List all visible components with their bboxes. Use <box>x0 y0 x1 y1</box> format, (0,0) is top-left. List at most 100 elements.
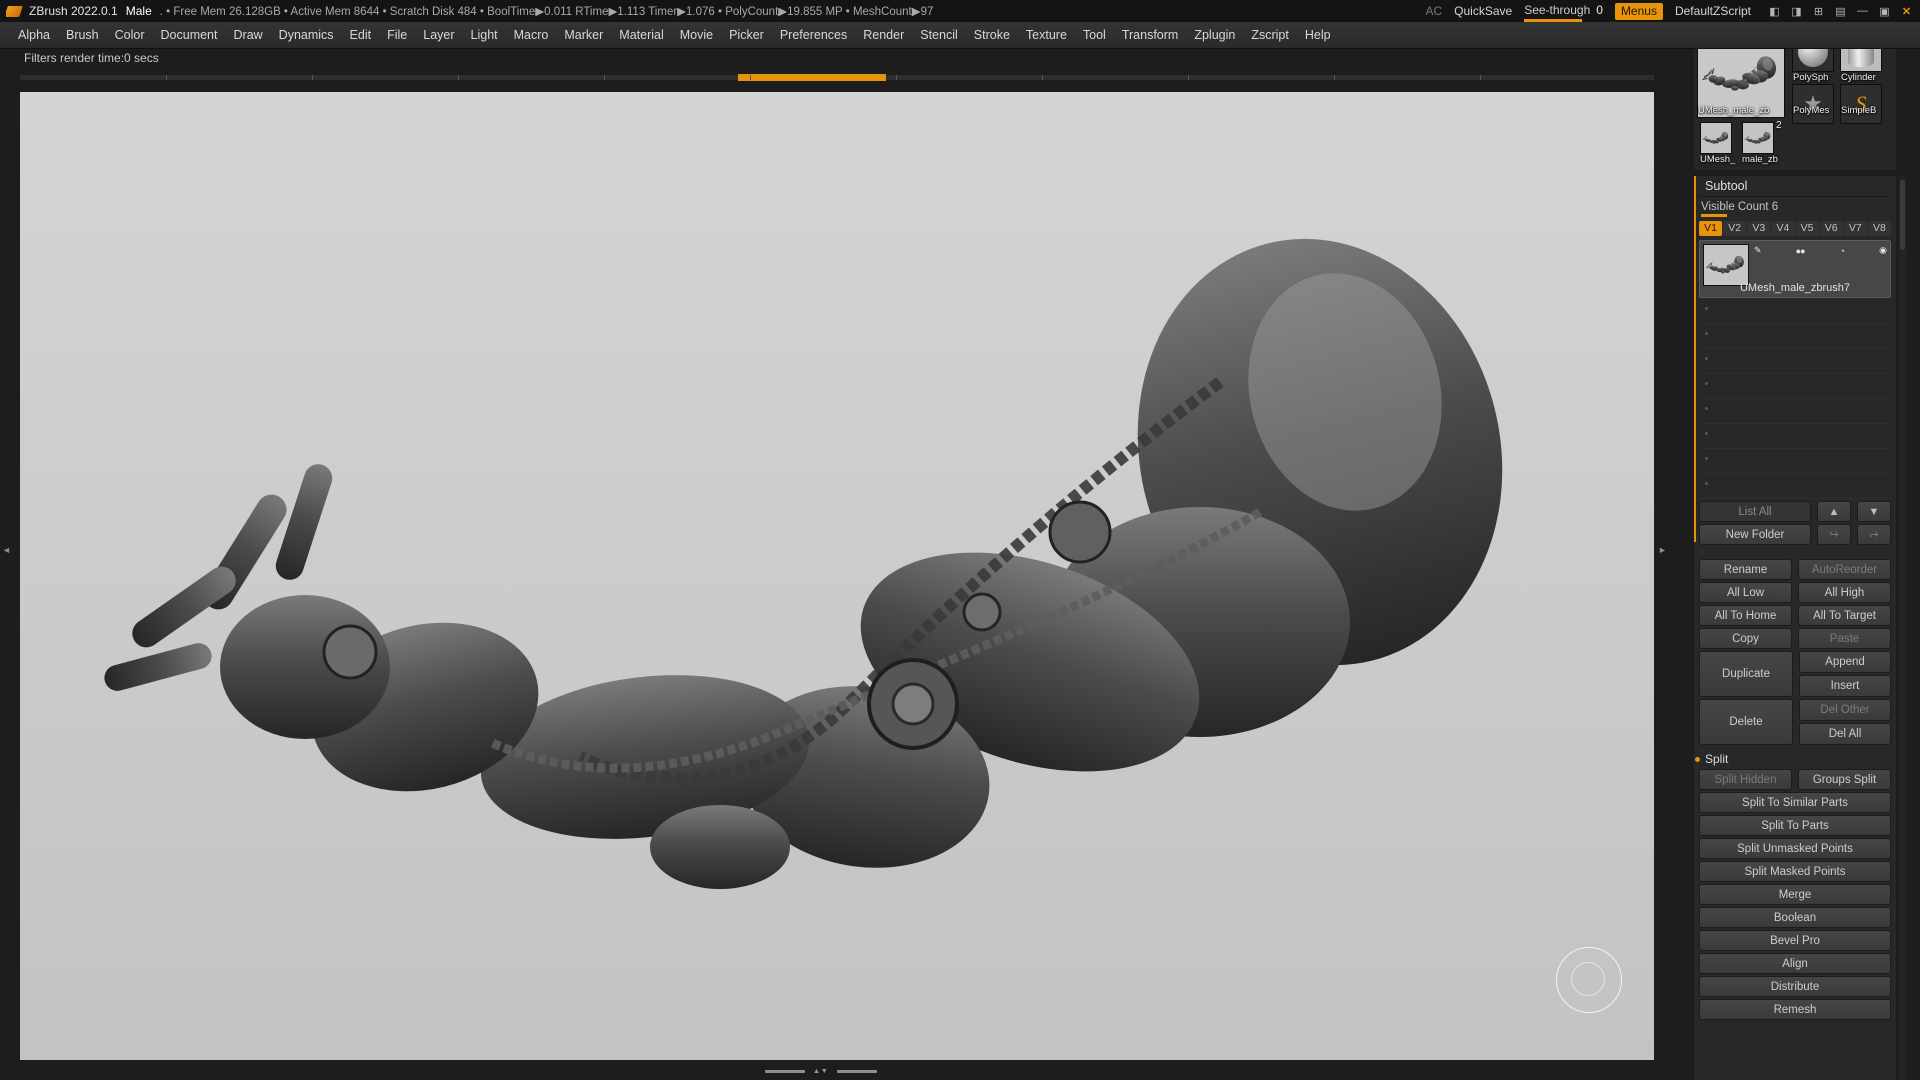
menu-zplugin[interactable]: Zplugin <box>1186 28 1243 42</box>
menu-stroke[interactable]: Stroke <box>966 28 1018 42</box>
menu-file[interactable]: File <box>379 28 415 42</box>
paste-button[interactable]: Paste <box>1798 628 1891 649</box>
menu-stencil[interactable]: Stencil <box>912 28 966 42</box>
see-through-slider[interactable]: See-through 0 <box>1524 3 1603 22</box>
split-masked-points-button[interactable]: Split Masked Points <box>1699 861 1891 882</box>
edit-pencil-icon[interactable]: ✎ <box>1754 245 1761 256</box>
menu-draw[interactable]: Draw <box>226 28 271 42</box>
visibility-tab-v4[interactable]: V4 <box>1771 221 1795 236</box>
move-to-folder-down-button[interactable]: ↪ <box>1857 524 1891 545</box>
all-high-button[interactable]: All High <box>1798 582 1891 603</box>
visibility-tab-v3[interactable]: V3 <box>1747 221 1771 236</box>
split-unmasked-points-button[interactable]: Split Unmasked Points <box>1699 838 1891 859</box>
menu-preferences[interactable]: Preferences <box>772 28 855 42</box>
delete-button[interactable]: Delete <box>1699 699 1793 745</box>
split-hidden-button[interactable]: Split Hidden <box>1699 769 1792 790</box>
canvas-bottom-scrollbar[interactable]: ▲▼ <box>765 1066 895 1076</box>
left-tray-collapse-icon[interactable]: ◄ <box>2 545 11 555</box>
menu-edit[interactable]: Edit <box>342 28 380 42</box>
menu-texture[interactable]: Texture <box>1018 28 1075 42</box>
groups-split-button[interactable]: Groups Split <box>1798 769 1891 790</box>
scroll-bar-right[interactable] <box>836 1069 877 1073</box>
distribute-button[interactable]: Distribute <box>1699 976 1891 997</box>
tray-right-icon[interactable]: ◨ <box>1789 5 1804 18</box>
menu-material[interactable]: Material <box>611 28 671 42</box>
split-to-similar-parts-button[interactable]: Split To Similar Parts <box>1699 792 1891 813</box>
simple-brush-tool[interactable]: S <box>1840 84 1882 124</box>
visibility-eye-icon[interactable]: ◉ <box>1879 245 1887 256</box>
visibility-tab-v1[interactable]: V1 <box>1699 221 1723 236</box>
scroll-bar-left[interactable] <box>765 1069 805 1073</box>
polymesh-star-tool[interactable]: ★ <box>1792 84 1834 124</box>
menu-color[interactable]: Color <box>107 28 153 42</box>
menu-layer[interactable]: Layer <box>415 28 462 42</box>
menu-dynamics[interactable]: Dynamics <box>271 28 342 42</box>
copy-button[interactable]: Copy <box>1699 628 1792 649</box>
menu-alpha[interactable]: Alpha <box>10 28 58 42</box>
boolean-button[interactable]: Boolean <box>1699 907 1891 928</box>
menu-marker[interactable]: Marker <box>556 28 611 42</box>
add-document-icon[interactable]: ⊞ <box>1811 5 1826 18</box>
menu-render[interactable]: Render <box>855 28 912 42</box>
move-subtool-down-button[interactable]: ▼ <box>1857 501 1891 522</box>
all-to-home-button[interactable]: All To Home <box>1699 605 1792 626</box>
panel-scrollbar-thumb[interactable] <box>1900 180 1905 250</box>
restore-icon[interactable]: ▣ <box>1877 5 1892 18</box>
tray-left-icon[interactable]: ◧ <box>1767 5 1782 18</box>
insert-button[interactable]: Insert <box>1799 675 1891 697</box>
folder-arrow-up-icon: ↪ <box>1829 529 1839 541</box>
menu-light[interactable]: Light <box>463 28 506 42</box>
visibility-tab-v6[interactable]: V6 <box>1819 221 1843 236</box>
bevel-pro-button[interactable]: Bevel Pro <box>1699 930 1891 951</box>
menu-tool[interactable]: Tool <box>1075 28 1114 42</box>
new-folder-button[interactable]: New Folder <box>1699 524 1811 545</box>
right-tray-collapse-icon[interactable]: ► <box>1658 545 1667 555</box>
subtool-thumbnail[interactable] <box>1703 244 1749 286</box>
menu-macro[interactable]: Macro <box>506 28 557 42</box>
timeline-track[interactable] <box>20 74 1654 81</box>
polypaint-dots-icon[interactable]: ●● <box>1796 246 1806 256</box>
split-section-header[interactable]: Split <box>1695 749 1891 769</box>
del-all-button[interactable]: Del All <box>1799 723 1891 745</box>
menu-picker[interactable]: Picker <box>721 28 772 42</box>
move-subtool-up-button[interactable]: ▲ <box>1817 501 1851 522</box>
autoreorder-button[interactable]: AutoReorder <box>1798 559 1891 580</box>
recent-tool-thumbnail-1[interactable] <box>1700 122 1732 154</box>
subtool-list-item-selected[interactable]: ✎ ●● ◔ ◉ UMesh_male_zbrush7 <box>1699 240 1891 298</box>
remesh-button[interactable]: Remesh <box>1699 999 1891 1020</box>
panel-scrollbar[interactable] <box>1899 176 1906 1080</box>
align-button[interactable]: Align <box>1699 953 1891 974</box>
rename-button[interactable]: Rename <box>1699 559 1792 580</box>
menu-movie[interactable]: Movie <box>672 28 721 42</box>
visibility-tab-v8[interactable]: V8 <box>1867 221 1891 236</box>
visibility-tab-v5[interactable]: V5 <box>1795 221 1819 236</box>
minimize-icon[interactable]: — <box>1855 5 1870 17</box>
menu-transform[interactable]: Transform <box>1114 28 1187 42</box>
del-other-button[interactable]: Del Other <box>1799 699 1891 721</box>
all-to-target-button[interactable]: All To Target <box>1798 605 1891 626</box>
list-all-button[interactable]: List All <box>1699 501 1811 522</box>
split-to-parts-button[interactable]: Split To Parts <box>1699 815 1891 836</box>
subtool-header[interactable]: Subtool <box>1699 176 1891 197</box>
merge-button[interactable]: Merge <box>1699 884 1891 905</box>
mask-icon[interactable]: ◔ <box>1840 246 1846 256</box>
default-zscript-button[interactable]: DefaultZScript <box>1675 4 1751 18</box>
close-icon[interactable]: ✕ <box>1899 5 1914 18</box>
duplicate-button[interactable]: Duplicate <box>1699 651 1793 697</box>
menu-brush[interactable]: Brush <box>58 28 107 42</box>
menu-help[interactable]: Help <box>1297 28 1339 42</box>
append-button[interactable]: Append <box>1799 651 1891 673</box>
visibility-tab-v7[interactable]: V7 <box>1843 221 1867 236</box>
layout-icon[interactable]: ▤ <box>1833 5 1848 18</box>
timeline-active-segment[interactable] <box>738 74 886 81</box>
recent-tool-thumbnail-2[interactable] <box>1742 122 1774 154</box>
quicksave-button[interactable]: QuickSave <box>1454 4 1512 18</box>
menu-zscript[interactable]: Zscript <box>1243 28 1297 42</box>
menu-document[interactable]: Document <box>153 28 226 42</box>
visibility-tab-v2[interactable]: V2 <box>1723 221 1747 236</box>
all-low-button[interactable]: All Low <box>1699 582 1792 603</box>
menus-toggle-button[interactable]: Menus <box>1614 2 1663 20</box>
move-to-folder-up-button[interactable]: ↪ <box>1817 524 1851 545</box>
scroll-arrows-icon[interactable]: ▲▼ <box>813 1068 829 1075</box>
sculpt-viewport[interactable] <box>20 92 1654 1060</box>
